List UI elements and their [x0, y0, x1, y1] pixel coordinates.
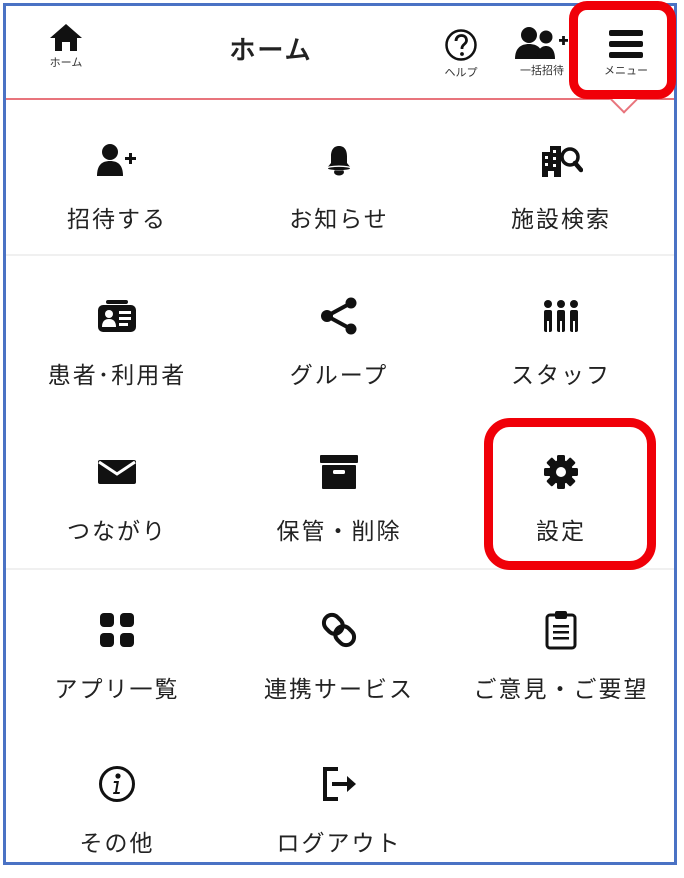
share-nodes-icon [321, 297, 357, 335]
archive-box-icon [320, 455, 358, 489]
building-search-icon [542, 146, 583, 177]
menu-item-logout[interactable]: ログアウト [228, 724, 450, 878]
help-circle-icon [445, 29, 477, 61]
hamburger-menu-icon [609, 30, 643, 58]
menu-item-label: 設定 [536, 519, 586, 545]
menu-item-label: つながり [67, 519, 167, 545]
menu-section-other: アプリ一覧 連携サービス ご意見・ご要望 その他 ログアウト [6, 570, 674, 874]
menu-item-staff[interactable]: スタッフ [450, 256, 672, 410]
info-circle-icon [99, 766, 135, 802]
bulk-invite-label: 一括招待 [520, 64, 564, 77]
menu-grid: 招待する お知らせ 施設検索 患者･利用者 グループ スタッフ つながり 保管・… [6, 100, 674, 874]
menu-item-label: その他 [79, 831, 155, 857]
link-icon [321, 612, 357, 648]
home-button[interactable]: ホーム [36, 22, 96, 70]
menu-item-label: ログアウト [276, 831, 402, 857]
user-plus-group-icon [515, 27, 568, 59]
menu-item-archive-delete[interactable]: 保管・削除 [228, 412, 450, 566]
help-button[interactable]: ヘルプ [431, 28, 491, 80]
menu-section-management: 患者･利用者 グループ スタッフ つながり 保管・削除 設定 [6, 256, 674, 570]
page-title: ホーム [229, 36, 313, 66]
home-icon [50, 24, 82, 51]
people-group-icon [544, 300, 578, 332]
app-frame: ホーム ホーム ヘルプ 一括招待 メニュー 招待する お知らせ 施設検索 患者･… [3, 3, 677, 865]
menu-item-label: 施設検索 [511, 207, 611, 233]
menu-item-other[interactable]: その他 [6, 724, 228, 878]
user-plus-icon [97, 144, 136, 176]
menu-item-integration-services[interactable]: 連携サービス [228, 570, 450, 724]
menu-item-label: アプリ一覧 [54, 677, 180, 703]
clipboard-icon [545, 611, 577, 650]
menu-item-label: グループ [289, 363, 389, 389]
menu-item-connections[interactable]: つながり [6, 412, 228, 566]
id-card-icon [98, 300, 136, 332]
menu-item-label: 招待する [67, 207, 167, 233]
menu-item-patients-users[interactable]: 患者･利用者 [6, 256, 228, 410]
menu-label: メニュー [604, 64, 648, 77]
menu-item-notifications[interactable]: お知らせ [228, 100, 450, 254]
home-label: ホーム [49, 56, 83, 69]
menu-item-label: 連携サービス [264, 677, 414, 703]
menu-item-label: スタッフ [511, 363, 611, 389]
menu-item-facility-search[interactable]: 施設検索 [450, 100, 672, 254]
menu-item-invite[interactable]: 招待する [6, 100, 228, 254]
bell-icon [326, 146, 352, 176]
menu-item-label: ご意見・ご要望 [473, 677, 649, 703]
envelope-icon [98, 460, 136, 484]
grid-icon [100, 613, 134, 647]
menu-item-app-list[interactable]: アプリ一覧 [6, 570, 228, 724]
header-bar: ホーム ホーム ヘルプ 一括招待 メニュー [6, 6, 674, 100]
menu-section-primary: 招待する お知らせ 施設検索 [6, 100, 674, 256]
help-label: ヘルプ [444, 66, 478, 79]
sign-out-icon [323, 767, 356, 801]
menu-item-label: お知らせ [289, 207, 389, 233]
menu-item-label: 保管・削除 [276, 519, 402, 545]
gear-icon [544, 455, 578, 489]
menu-item-label: 患者･利用者 [47, 363, 187, 389]
menu-item-groups[interactable]: グループ [228, 256, 450, 410]
menu-item-feedback-requests[interactable]: ご意見・ご要望 [450, 570, 672, 724]
menu-item-settings[interactable]: 設定 [450, 412, 672, 566]
bulk-invite-button[interactable]: 一括招待 [512, 26, 572, 78]
menu-button[interactable]: メニュー [596, 28, 656, 78]
